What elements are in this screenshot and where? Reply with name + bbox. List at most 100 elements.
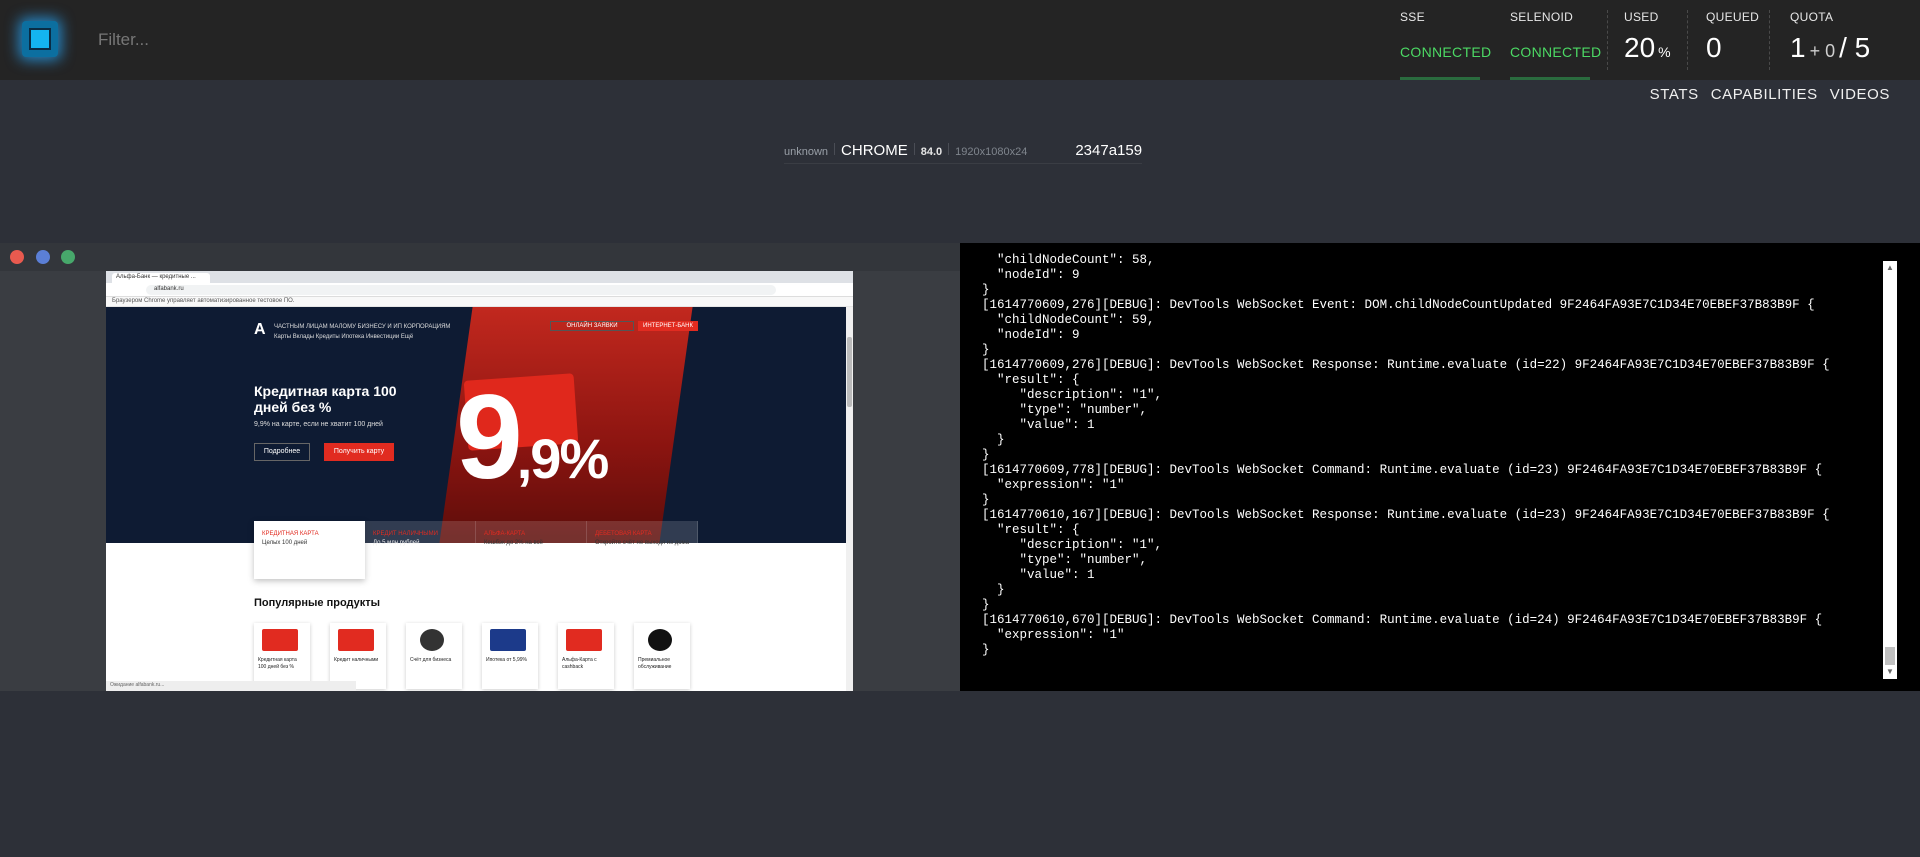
quota-stat: QUOTA 1 + 0/ 5	[1790, 0, 1900, 80]
log-line: "result": {	[982, 373, 1080, 387]
scroll-down-icon[interactable]: ▼	[1883, 665, 1897, 679]
remote-statusbar: Ожидание alfabank.ru...	[106, 681, 356, 691]
remote-scrollbar	[846, 307, 853, 691]
remote-tile: АЛЬФА-КАРТА Кешбэк до 2% на всё	[476, 521, 587, 579]
remote-menu-top: ЧАСТНЫМ ЛИЦАМ МАЛОМУ БИЗНЕСУ И ИП КОРПОР…	[274, 324, 451, 330]
selenoid-label: SELENOID	[1510, 10, 1574, 24]
remote-hero-title: Кредитная карта 100 дней без %	[254, 383, 397, 416]
rate-suffix: ,9%	[516, 427, 609, 490]
product-name: Счёт для бизнеса	[410, 657, 452, 663]
quota-slash: /	[1839, 32, 1847, 63]
log-line: [1614770610,670][DEBUG]: DevTools WebSoc…	[982, 613, 1823, 627]
quota-total: 5	[1854, 32, 1871, 63]
separator	[913, 143, 915, 155]
session-browser: CHROME	[841, 142, 908, 159]
nav-stats[interactable]: STATS	[1650, 86, 1699, 103]
tile-text: Кешбэк до 2% на всё	[484, 540, 543, 546]
selenoid-underline	[1510, 77, 1590, 80]
queued-value: 0	[1706, 32, 1722, 63]
product-image	[262, 629, 298, 651]
sse-status: CONNECTED	[1400, 44, 1492, 60]
used-label: USED	[1624, 10, 1659, 24]
log-line: [1614770609,276][DEBUG]: DevTools WebSoc…	[982, 298, 1815, 312]
queued-label: QUEUED	[1706, 10, 1760, 24]
log-line: "childNodeCount": 59,	[982, 313, 1155, 327]
tile-title: КРЕДИТНАЯ КАРТА	[262, 531, 319, 537]
used-stat: USED 20%	[1624, 0, 1684, 80]
log-line: }	[982, 493, 990, 507]
vnc-panel: Альфа-Банк — кредитные ... alfabank.ru Б…	[0, 243, 960, 691]
sse-stat: SSE CONNECTED	[1400, 0, 1492, 80]
log-line: }	[982, 433, 1005, 447]
quota-value: 1 + 0/ 5	[1790, 32, 1870, 64]
remote-tabstrip: Альфа-Банк — кредитные ...	[106, 271, 853, 283]
product-card: Кредит наличными	[330, 623, 386, 689]
filter-input[interactable]	[88, 20, 688, 60]
product-card: Альфа-Карта с cashback	[558, 623, 614, 689]
product-image	[648, 629, 672, 651]
log-line: "description": "1",	[982, 538, 1163, 552]
logo-square	[29, 28, 51, 50]
log-line: "value": 1	[982, 418, 1095, 432]
log-scrollbar[interactable]: ▲ ▼	[1883, 261, 1897, 679]
log-line: "value": 1	[982, 568, 1095, 582]
product-image	[490, 629, 526, 651]
log-line: }	[982, 448, 990, 462]
nav-videos[interactable]: VIDEOS	[1830, 86, 1890, 103]
log-line: "nodeId": 9	[982, 268, 1080, 282]
remote-url: alfabank.ru	[146, 285, 776, 295]
session-id: 2347a159	[1075, 142, 1143, 159]
log-line: [1614770609,778][DEBUG]: DevTools WebSoc…	[982, 463, 1823, 477]
used-value: 20%	[1624, 32, 1671, 64]
session-info: unknown CHROME 84.0 1920x1080x24 2347a15…	[784, 142, 1143, 164]
hero-rate: 9,9%	[456, 377, 609, 497]
remote-tab: Альфа-Банк — кредитные ...	[112, 273, 210, 283]
product-card: Премиальное обслуживание	[634, 623, 690, 689]
remote-hero: 9,9% А ЧАСТНЫМ ЛИЦАМ МАЛОМУ БИЗНЕСУ И ИП…	[106, 307, 846, 543]
product-card: Кредитная карта 100 дней без %	[254, 623, 310, 689]
product-image	[338, 629, 374, 651]
log-line: }	[982, 598, 990, 612]
log-line: "description": "1",	[982, 388, 1163, 402]
selenoid-logo-icon[interactable]	[22, 21, 58, 57]
vnc-toolbar	[0, 243, 960, 271]
rate-main: 9	[456, 370, 523, 504]
log-line: [1614770610,167][DEBUG]: DevTools WebSoc…	[982, 508, 1830, 522]
remote-apply-button: ОНЛАЙН ЗАЯВКИ	[550, 321, 634, 331]
remote-tile: ДЕБЕТОВАЯ КАРТА Откройте счёт не выходя и…	[587, 521, 698, 579]
divider	[1769, 10, 1770, 70]
log-panel[interactable]: "childNodeCount": 58, "nodeId": 9} [16147…	[960, 243, 1920, 691]
product-name: Ипотека от 5,99%	[486, 657, 527, 663]
scroll-up-icon[interactable]: ▲	[1883, 261, 1897, 275]
separator	[948, 143, 950, 155]
log-line: "expression": "1"	[982, 628, 1125, 642]
log-scroll-thumb[interactable]	[1885, 647, 1895, 665]
vnc-screen[interactable]: Альфа-Банк — кредитные ... alfabank.ru Б…	[106, 271, 853, 691]
lock-dot-icon[interactable]	[61, 250, 75, 264]
remote-infobar: Браузером Chrome управляет автоматизиров…	[106, 297, 853, 307]
tile-text: Целых 100 дней	[262, 540, 308, 546]
remote-hero-subtitle: 9,9% на карте, если не хватит 100 дней	[254, 421, 383, 428]
log-line: }	[982, 583, 1005, 597]
top-bar: SSE CONNECTED SELENOID CONNECTED USED 20…	[0, 0, 1920, 80]
close-dot-icon[interactable]	[10, 250, 24, 264]
log-output[interactable]: "childNodeCount": 58, "nodeId": 9} [16147…	[960, 253, 1880, 677]
fullscreen-dot-icon[interactable]	[36, 250, 50, 264]
product-card: Счёт для бизнеса	[406, 623, 462, 689]
quota-pending: + 0	[1809, 41, 1836, 61]
log-line: "childNodeCount": 58,	[982, 253, 1155, 267]
log-line: }	[982, 643, 990, 657]
divider	[1687, 10, 1688, 70]
log-line: }	[982, 343, 990, 357]
tile-text: Откройте счёт не выходя из дома	[595, 540, 690, 546]
remote-tile: КРЕДИТНАЯ КАРТА Целых 100 дней	[254, 521, 365, 579]
product-name: Кредитная карта 100 дней без %	[258, 657, 297, 670]
session-resolution: 1920x1080x24	[955, 146, 1028, 158]
used-unit: %	[1658, 44, 1671, 60]
tile-title: КРЕДИТ НАЛИЧНЫМИ	[373, 531, 438, 537]
nav-capabilities[interactable]: CAPABILITIES	[1711, 86, 1818, 103]
tile-text: До 5 млн рублей	[373, 540, 420, 546]
tile-title: АЛЬФА-КАРТА	[484, 531, 526, 537]
product-image	[566, 629, 602, 651]
log-line: }	[982, 283, 990, 297]
